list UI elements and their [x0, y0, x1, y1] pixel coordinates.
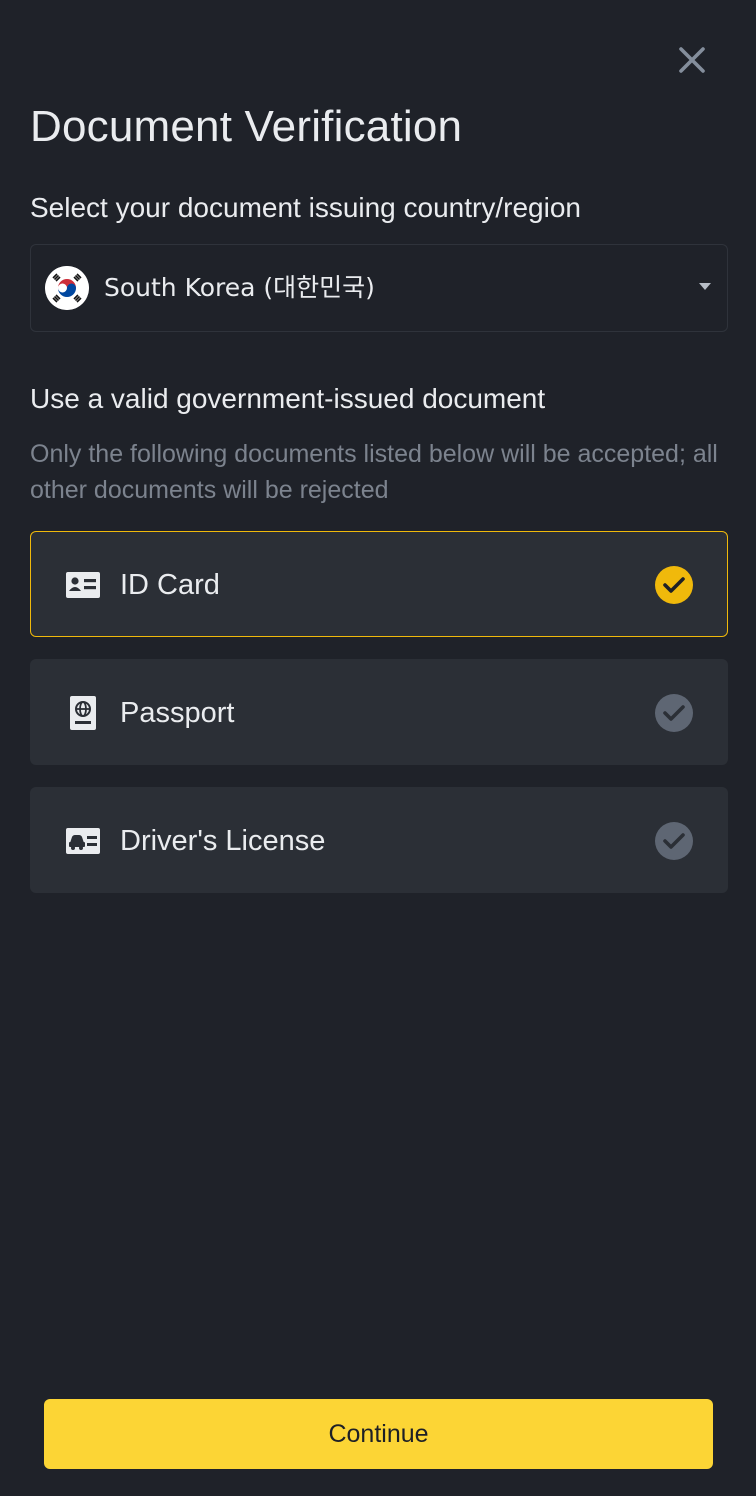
document-option-passport[interactable]: Passport: [30, 659, 728, 765]
continue-button[interactable]: Continue: [44, 1399, 713, 1469]
document-option-id-card[interactable]: ID Card: [30, 531, 728, 637]
page-title: Document Verification: [30, 102, 463, 151]
close-icon: [679, 47, 705, 73]
drivers-license-icon: [65, 824, 101, 858]
south-korea-flag-icon: [45, 266, 89, 310]
document-label: Driver's License: [120, 825, 326, 857]
check-circle-icon: [655, 566, 693, 604]
id-card-icon: [65, 568, 101, 602]
document-option-drivers-license[interactable]: Driver's License: [30, 787, 728, 893]
caret-down-icon: [699, 283, 711, 290]
country-label: Select your document issuing country/reg…: [30, 192, 581, 223]
passport-icon: [65, 696, 101, 730]
check-circle-icon: [655, 822, 693, 860]
document-label: Passport: [120, 697, 235, 729]
documents-heading: Use a valid government-issued document: [30, 383, 546, 414]
close-button[interactable]: [672, 40, 712, 80]
document-verification-screen: Document Verification Select your docume…: [0, 0, 756, 1496]
check-circle-icon: [655, 694, 693, 732]
country-select[interactable]: South Korea (대한민국): [30, 244, 728, 332]
country-value: South Korea (대한민국): [104, 273, 375, 302]
document-label: ID Card: [120, 569, 220, 601]
documents-note: Only the following documents listed belo…: [30, 440, 718, 504]
